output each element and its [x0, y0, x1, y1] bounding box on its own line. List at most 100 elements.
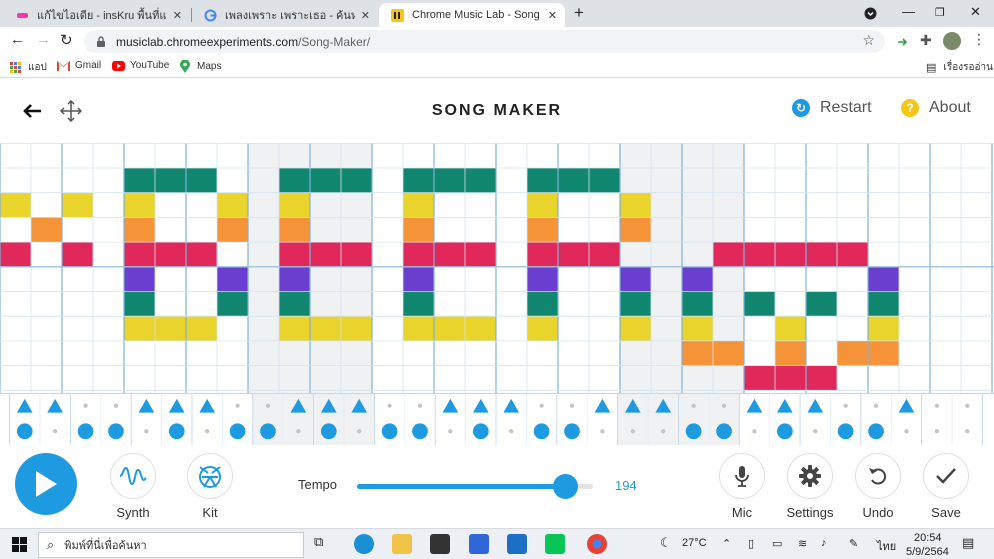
note-cell[interactable]: [620, 192, 651, 218]
edge-icon[interactable]: [354, 534, 374, 554]
percussion-empty-dot[interactable]: [661, 429, 666, 434]
note-cell[interactable]: [341, 242, 372, 267]
note-cell[interactable]: [744, 242, 775, 267]
note-cell[interactable]: [868, 266, 899, 292]
note-cell[interactable]: [558, 242, 589, 267]
note-cell[interactable]: [713, 340, 744, 366]
note-cell[interactable]: [527, 291, 558, 317]
task-view-icon[interactable]: ⧉: [314, 534, 334, 554]
note-cell[interactable]: [155, 316, 186, 341]
percussion-circle[interactable]: [777, 423, 793, 440]
mic-button[interactable]: Mic: [707, 447, 777, 520]
note-cell[interactable]: [186, 242, 217, 267]
note-cell[interactable]: [620, 291, 651, 317]
note-cell[interactable]: [806, 242, 837, 267]
tray-app-icon[interactable]: ▯: [748, 537, 754, 550]
percussion-triangle[interactable]: [138, 398, 155, 413]
note-cell[interactable]: [527, 266, 558, 292]
note-cell[interactable]: [775, 242, 806, 267]
note-cell[interactable]: [682, 340, 713, 366]
store-icon[interactable]: [430, 534, 450, 554]
bookmark-apps[interactable]: แอป: [10, 60, 47, 75]
note-cell[interactable]: [341, 168, 372, 193]
battery-icon[interactable]: ▭: [772, 537, 782, 550]
note-cell[interactable]: [62, 242, 93, 267]
percussion-triangle[interactable]: [594, 398, 611, 413]
note-cell[interactable]: [124, 291, 155, 317]
note-cell[interactable]: [775, 340, 806, 366]
note-cell[interactable]: [186, 316, 217, 341]
save-button[interactable]: Save: [911, 447, 981, 520]
minimize-icon[interactable]: —: [902, 4, 915, 19]
menu-kebab-icon[interactable]: ⋮: [972, 31, 986, 48]
note-cell[interactable]: [279, 168, 310, 193]
note-cell[interactable]: [62, 192, 93, 218]
bookmark-maps[interactable]: Maps: [180, 60, 221, 73]
note-cell[interactable]: [310, 168, 341, 193]
bookmark-youtube[interactable]: YouTube: [112, 60, 169, 71]
percussion-circle[interactable]: [716, 423, 732, 440]
clock-date[interactable]: 5/9/2564: [906, 546, 949, 558]
note-cell[interactable]: [279, 291, 310, 317]
settings-button[interactable]: Settings: [775, 447, 845, 520]
percussion-empty-dot[interactable]: [509, 429, 514, 434]
note-cell[interactable]: [527, 192, 558, 218]
percussion-triangle[interactable]: [472, 398, 489, 413]
note-cell[interactable]: [279, 266, 310, 292]
percussion-empty-dot[interactable]: [965, 403, 970, 408]
percussion-empty-dot[interactable]: [387, 403, 392, 408]
note-cell[interactable]: [868, 316, 899, 341]
note-cell[interactable]: [217, 217, 248, 243]
wifi-icon[interactable]: ≋: [798, 537, 807, 550]
percussion-empty-dot[interactable]: [265, 403, 271, 408]
percussion-circle[interactable]: [168, 423, 185, 440]
percussion-empty-dot[interactable]: [813, 429, 818, 434]
address-bar[interactable]: musiclab.chromeexperiments.com/Song-Make…: [84, 30, 885, 53]
percussion-triangle[interactable]: [807, 398, 824, 413]
percussion-circle[interactable]: [260, 423, 276, 440]
file-explorer-icon[interactable]: [392, 534, 412, 554]
note-cell[interactable]: [279, 242, 310, 267]
bookmark-star-icon[interactable]: ☆: [862, 32, 875, 49]
melody-grid[interactable]: [0, 143, 994, 393]
restart-button[interactable]: ↻ Restart: [792, 99, 872, 117]
about-button[interactable]: ? About: [901, 99, 971, 117]
note-cell[interactable]: [403, 291, 434, 317]
note-cell[interactable]: [155, 168, 186, 193]
note-cell[interactable]: [620, 266, 651, 292]
note-cell[interactable]: [868, 340, 899, 366]
percussion-triangle[interactable]: [16, 398, 33, 413]
note-cell[interactable]: [0, 192, 31, 218]
note-cell[interactable]: [310, 242, 341, 267]
note-cell[interactable]: [434, 242, 465, 267]
note-cell[interactable]: [837, 340, 868, 366]
percussion-empty-dot[interactable]: [83, 403, 88, 408]
tab-google-search[interactable]: เพลงเพราะ เพราะเธอ - ค้นหาด้วย Google ✕: [192, 3, 378, 27]
percussion-triangle[interactable]: [898, 398, 915, 413]
note-cell[interactable]: [744, 365, 775, 391]
note-cell[interactable]: [124, 316, 155, 341]
percussion-circle[interactable]: [868, 423, 884, 440]
note-cell[interactable]: [434, 168, 465, 193]
note-cell[interactable]: [775, 365, 806, 391]
note-cell[interactable]: [558, 168, 589, 193]
note-cell[interactable]: [527, 217, 558, 243]
note-cell[interactable]: [589, 168, 620, 193]
percussion-empty-dot[interactable]: [205, 429, 210, 434]
note-cell[interactable]: [279, 192, 310, 218]
undo-button[interactable]: Undo: [843, 447, 913, 520]
close-icon[interactable]: ✕: [173, 9, 182, 22]
close-icon[interactable]: ✕: [548, 9, 557, 22]
tab-song-maker[interactable]: Chrome Music Lab - Song Maker ✕: [379, 3, 565, 27]
percussion-empty-dot[interactable]: [873, 403, 879, 408]
note-cell[interactable]: [124, 168, 155, 193]
note-cell[interactable]: [775, 316, 806, 341]
percussion-circle[interactable]: [472, 423, 489, 440]
percussion-circle[interactable]: [837, 423, 854, 440]
note-cell[interactable]: [155, 242, 186, 267]
percussion-empty-dot[interactable]: [843, 403, 848, 408]
note-cell[interactable]: [682, 291, 713, 317]
note-cell[interactable]: [403, 242, 434, 267]
note-cell[interactable]: [527, 242, 558, 267]
note-cell[interactable]: [527, 316, 558, 341]
